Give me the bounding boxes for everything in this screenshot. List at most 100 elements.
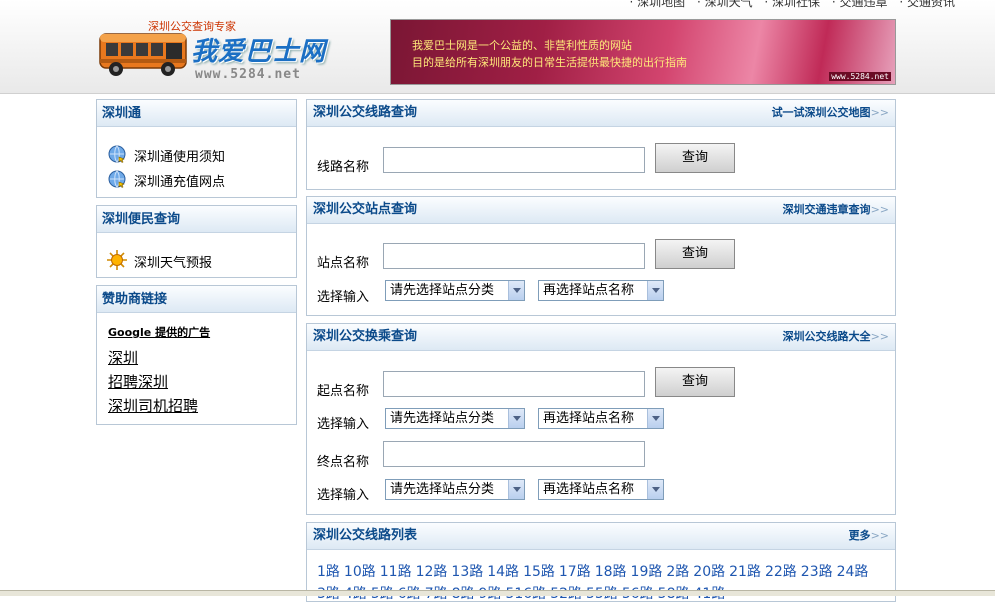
banner-url-tag: www.5284.net	[829, 72, 891, 81]
route-link[interactable]: 10路	[344, 564, 376, 580]
select-value: 请先选择站点分类	[390, 283, 495, 298]
convenience-box: 深圳便民查询 深圳天气预报	[96, 205, 297, 278]
start-category-select[interactable]: 请先选择站点分类	[385, 408, 525, 429]
start-name-input[interactable]	[383, 371, 645, 397]
top-links: · 深圳地图 · 深圳天气 · 深圳社保 · 交通违章 · 交通资讯	[621, 0, 955, 10]
end-name-label: 终点名称	[317, 455, 370, 470]
route-link[interactable]: 17路	[559, 564, 591, 580]
route-link[interactable]: 1路	[317, 564, 340, 580]
transfer-query-more-link[interactable]: 深圳公交线路大全>>	[783, 324, 889, 350]
top-link-news[interactable]: · 交通资讯	[899, 0, 955, 9]
sun-icon	[107, 250, 127, 270]
site-logo[interactable]: 深圳公交查询专家 我爱巴士网 www.5284.net	[96, 18, 336, 84]
intro-banner: 我爱巴士网是一个公益的、非营利性质的网站 目的是给所有深圳朋友的日常生活提供最快…	[390, 19, 896, 85]
szt-box: 深圳通 深圳通使用须知 深圳通充值网点	[96, 99, 297, 198]
route-link[interactable]: 24路	[837, 564, 869, 580]
route-list-title: 深圳公交线路列表	[313, 528, 418, 543]
route-link[interactable]: 22路	[765, 564, 797, 580]
logo-name: 我爱巴士网	[191, 37, 327, 67]
start-select-label: 选择输入	[317, 417, 370, 432]
chevron-down-icon	[647, 480, 663, 499]
stop-query-more-link[interactable]: 深圳交通违章查询>>	[783, 197, 889, 223]
stop-category-select[interactable]: 请先选择站点分类	[385, 280, 525, 301]
select-value: 再选择站点名称	[543, 482, 635, 497]
route-link[interactable]: 13路	[451, 564, 483, 580]
end-category-select[interactable]: 请先选择站点分类	[385, 479, 525, 500]
stop-query-panel: 深圳公交站点查询 深圳交通违章查询>> 站点名称 查询 选择输入 请先选择站点分…	[306, 196, 896, 316]
line-name-label: 线路名称	[317, 160, 370, 175]
top-link-map[interactable]: · 深圳地图	[629, 0, 685, 9]
line-name-input[interactable]	[383, 147, 645, 173]
stop-query-title: 深圳公交站点查询	[313, 202, 418, 217]
select-value: 再选择站点名称	[543, 411, 635, 426]
chevron-down-icon	[647, 281, 663, 300]
start-stop-select[interactable]: 再选择站点名称	[538, 408, 664, 429]
site-header: · 深圳地图 · 深圳天气 · 深圳社保 · 交通违章 · 交通资讯 深圳公交查…	[0, 0, 995, 94]
logo-url: www.5284.net	[195, 67, 301, 82]
transfer-query-panel: 深圳公交换乘查询 深圳公交线路大全>> 起点名称 查询 选择输入 请先选择站点分…	[306, 323, 896, 515]
line-query-button[interactable]: 查询	[655, 143, 735, 173]
stop-name-input[interactable]	[383, 243, 645, 269]
top-link-weather[interactable]: · 深圳天气	[697, 0, 753, 9]
panel-title: 深圳公交换乘查询 深圳公交线路大全>>	[307, 324, 895, 351]
stop-select-label: 选择输入	[317, 290, 370, 305]
double-arrow-icon: >>	[870, 106, 889, 119]
transfer-query-title: 深圳公交换乘查询	[313, 329, 418, 344]
route-link[interactable]: 2路	[666, 564, 689, 580]
select-value: 请先选择站点分类	[390, 482, 495, 497]
panel-title: 深圳公交站点查询 深圳交通违章查询>>	[307, 197, 895, 224]
stop-name-select[interactable]: 再选择站点名称	[538, 280, 664, 301]
end-name-input[interactable]	[383, 441, 645, 467]
banner-line-1: 我爱巴士网是一个公益的、非营利性质的网站	[412, 39, 632, 52]
panel-title: 深圳公交线路列表 更多>>	[307, 523, 895, 550]
double-arrow-icon: >>	[870, 203, 889, 216]
start-name-label: 起点名称	[317, 384, 370, 399]
sidebar-item-label: 深圳天气预报	[134, 256, 213, 271]
end-select-label: 选择输入	[317, 488, 370, 503]
stop-name-label: 站点名称	[317, 256, 370, 271]
sponsor-box-title: 赞助商链接	[97, 286, 296, 313]
chevron-down-icon	[508, 480, 524, 499]
route-link[interactable]: 23路	[801, 564, 833, 580]
route-link[interactable]: 11路	[380, 564, 412, 580]
sidebar-item-label: 深圳通充值网点	[134, 175, 226, 190]
end-stop-select[interactable]: 再选择站点名称	[538, 479, 664, 500]
route-link[interactable]: 18路	[595, 564, 627, 580]
ad-link[interactable]: 招聘深圳	[108, 371, 168, 392]
line-query-more-link[interactable]: 试一试深圳公交地图>>	[772, 100, 889, 126]
line-query-title: 深圳公交线路查询	[313, 105, 418, 120]
globe-arrow-icon	[108, 145, 126, 163]
globe-arrow-icon	[108, 170, 126, 188]
ad-link[interactable]: 深圳	[108, 347, 138, 368]
double-arrow-icon: >>	[870, 529, 889, 542]
route-link[interactable]: 20路	[693, 564, 725, 580]
transfer-query-button[interactable]: 查询	[655, 367, 735, 397]
ad-link[interactable]: 深圳司机招聘	[108, 395, 198, 416]
more-link-label: 深圳公交线路大全	[782, 330, 871, 343]
chevron-down-icon	[508, 409, 524, 428]
convenience-box-title: 深圳便民查询	[97, 206, 296, 233]
route-link[interactable]: 21路	[729, 564, 761, 580]
sidebar-item-label: 深圳通使用须知	[134, 150, 226, 165]
top-link-violations[interactable]: · 交通违章	[832, 0, 888, 9]
panel-title: 深圳公交线路查询 试一试深圳公交地图>>	[307, 100, 895, 127]
more-link-label: 试一试深圳公交地图	[771, 106, 871, 119]
route-link[interactable]: 12路	[416, 564, 448, 580]
chevron-down-icon	[647, 409, 663, 428]
route-link[interactable]: 19路	[631, 564, 663, 580]
route-link[interactable]: 15路	[523, 564, 555, 580]
double-arrow-icon: >>	[870, 330, 889, 343]
route-links: 1路 10路 11路 12路 13路 14路 15路 17路 18路 19路 2路 20路 21路 22路…	[317, 561, 887, 605]
more-link-label: 深圳交通违章查询	[782, 203, 871, 216]
route-list-more-link[interactable]: 更多>>	[849, 523, 889, 549]
banner-line-2: 目的是给所有深圳朋友的日常生活提供最快捷的出行指南	[412, 56, 687, 69]
top-link-social-security[interactable]: · 深圳社保	[764, 0, 820, 9]
route-link[interactable]: 14路	[487, 564, 519, 580]
sponsor-box: 赞助商链接 Google 提供的广告 深圳 招聘深圳 深圳司机招聘	[96, 285, 297, 425]
line-query-panel: 深圳公交线路查询 试一试深圳公交地图>> 线路名称 查询	[306, 99, 896, 190]
ad-title[interactable]: Google 提供的广告	[108, 324, 210, 340]
bus-icon	[99, 33, 187, 76]
stop-query-button[interactable]: 查询	[655, 239, 735, 269]
browser-status-bar	[0, 590, 995, 596]
select-value: 请先选择站点分类	[390, 411, 495, 426]
